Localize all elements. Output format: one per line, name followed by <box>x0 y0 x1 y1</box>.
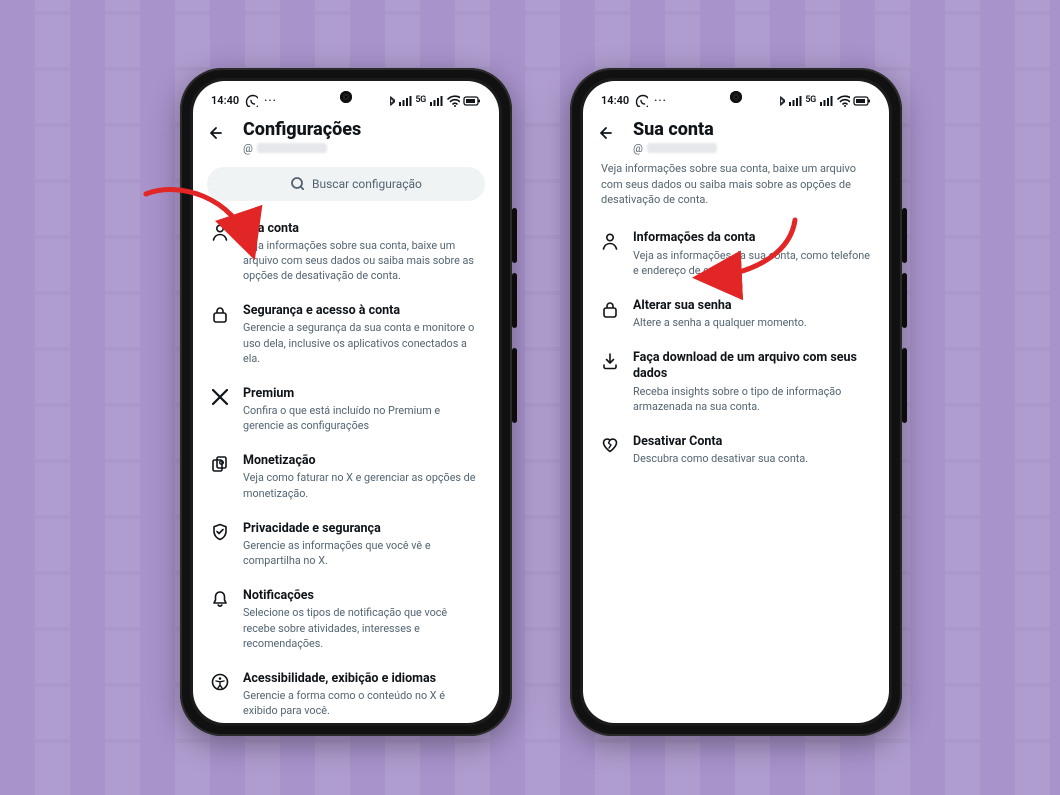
front-camera <box>730 91 742 103</box>
settings-item-notificacoes[interactable]: Notificações Selecione os tipos de notif… <box>199 578 493 661</box>
front-camera <box>340 91 352 103</box>
status-time: 14:40 <box>601 94 629 107</box>
page-title: Sua conta <box>633 119 875 141</box>
whatsapp-icon <box>635 94 648 107</box>
network-label: 5G <box>415 95 426 105</box>
settings-item-acessibilidade[interactable]: Acessibilidade, exibição e idiomas Geren… <box>199 661 493 723</box>
signal-icon <box>788 94 802 106</box>
volume-down-button <box>512 273 517 328</box>
power-button <box>512 348 517 423</box>
phone-mockup-account: 14:40 ··· 5G Sua conta <box>570 68 902 736</box>
download-icon <box>601 350 619 370</box>
settings-item-premium[interactable]: Premium Confira o que está incluído no P… <box>199 376 493 443</box>
coins-icon <box>211 453 229 473</box>
heart-broken-icon <box>601 434 619 454</box>
user-handle: @ <box>633 142 875 155</box>
bell-icon <box>211 588 229 608</box>
lock-icon <box>601 298 619 318</box>
section-intro: Veja informações sobre sua conta, baixe … <box>583 161 889 221</box>
back-button[interactable] <box>207 119 225 146</box>
x-icon <box>211 386 229 406</box>
bluetooth-icon <box>385 94 395 106</box>
volume-up-button <box>512 208 517 263</box>
phone-mockup-settings: 14:40 ··· 5G Configuraçõ <box>180 68 512 736</box>
back-arrow-icon <box>207 124 225 142</box>
page-header: Sua conta @ <box>583 113 889 161</box>
volume-down-button <box>902 273 907 328</box>
network-label: 5G <box>805 95 816 105</box>
username-redacted <box>257 143 327 153</box>
search-placeholder: Buscar configuração <box>312 177 422 191</box>
settings-list: Sua conta Veja informações sobre sua con… <box>193 211 499 723</box>
lock-icon <box>211 303 229 323</box>
battery-icon <box>853 93 871 107</box>
accessibility-icon <box>211 671 229 691</box>
settings-item-seguranca[interactable]: Segurança e acesso à conta Gerencie a se… <box>199 293 493 376</box>
account-item-informacoes[interactable]: Informações da conta Veja as informações… <box>589 220 883 287</box>
shield-icon <box>211 521 229 541</box>
account-item-desativar[interactable]: Desativar Conta Descubra como desativar … <box>589 424 883 476</box>
page-header: Configurações @ <box>193 113 499 161</box>
settings-item-privacidade[interactable]: Privacidade e segurança Gerencie as info… <box>199 511 493 578</box>
account-list: Informações da conta Veja as informações… <box>583 220 889 486</box>
search-icon <box>289 175 304 193</box>
status-more: ··· <box>264 94 277 107</box>
back-button[interactable] <box>597 119 615 146</box>
battery-icon <box>463 93 481 107</box>
status-time: 14:40 <box>211 94 239 107</box>
status-more: ··· <box>654 94 667 107</box>
signal2-icon <box>429 94 443 106</box>
signal-icon <box>398 94 412 106</box>
signal2-icon <box>819 94 833 106</box>
settings-item-sua-conta[interactable]: Sua conta Veja informações sobre sua con… <box>199 211 493 294</box>
account-item-download-dados[interactable]: Faça download de um arquivo com seus dad… <box>589 340 883 424</box>
account-item-alterar-senha[interactable]: Alterar sua senha Altere a senha a qualq… <box>589 288 883 340</box>
user-handle: @ <box>243 142 485 155</box>
settings-item-monetizacao[interactable]: Monetização Veja como faturar no X e ger… <box>199 443 493 510</box>
username-redacted <box>647 143 717 153</box>
back-arrow-icon <box>597 124 615 142</box>
bluetooth-icon <box>775 94 785 106</box>
wifi-icon <box>836 93 850 107</box>
person-icon <box>601 230 619 250</box>
volume-up-button <box>902 208 907 263</box>
power-button <box>902 348 907 423</box>
search-input[interactable]: Buscar configuração <box>207 167 485 201</box>
wifi-icon <box>446 93 460 107</box>
page-title: Configurações <box>243 119 485 141</box>
person-icon <box>211 221 229 241</box>
whatsapp-icon <box>245 94 258 107</box>
